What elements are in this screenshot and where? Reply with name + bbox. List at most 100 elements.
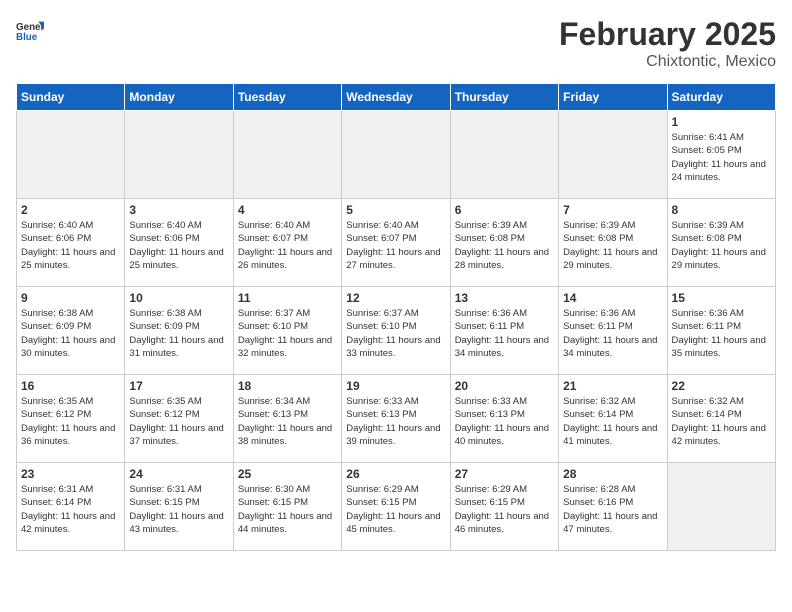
day-number: 24 — [129, 467, 228, 481]
day-number: 16 — [21, 379, 120, 393]
day-number: 26 — [346, 467, 445, 481]
day-detail: Sunrise: 6:37 AMSunset: 6:10 PMDaylight:… — [346, 307, 445, 360]
day-number: 18 — [238, 379, 337, 393]
calendar-cell: 25Sunrise: 6:30 AMSunset: 6:15 PMDayligh… — [233, 463, 341, 551]
day-detail: Sunrise: 6:39 AMSunset: 6:08 PMDaylight:… — [455, 219, 554, 272]
day-detail: Sunrise: 6:40 AMSunset: 6:06 PMDaylight:… — [21, 219, 120, 272]
calendar-cell: 19Sunrise: 6:33 AMSunset: 6:13 PMDayligh… — [342, 375, 450, 463]
day-detail: Sunrise: 6:33 AMSunset: 6:13 PMDaylight:… — [455, 395, 554, 448]
day-detail: Sunrise: 6:35 AMSunset: 6:12 PMDaylight:… — [129, 395, 228, 448]
day-detail: Sunrise: 6:37 AMSunset: 6:10 PMDaylight:… — [238, 307, 337, 360]
calendar-cell: 28 Sunrise: 6:28 AMSunset: 6:16 PMDayligh… — [559, 463, 667, 551]
calendar-cell: 23 Sunrise: 6:31 AMSunset: 6:14 PMDayligh… — [17, 463, 125, 551]
calendar-cell: 1 Sunrise: 6:41 AMSunset: 6:05 PMDaylight… — [667, 111, 775, 199]
calendar-cell — [667, 463, 775, 551]
day-number: 19 — [346, 379, 445, 393]
calendar-cell: 7 Sunrise: 6:39 AMSunset: 6:08 PMDaylight… — [559, 199, 667, 287]
day-number: 12 — [346, 291, 445, 305]
calendar-cell: 13 Sunrise: 6:36 AMSunset: 6:11 PMDayligh… — [450, 287, 558, 375]
calendar-cell: 12 Sunrise: 6:37 AMSunset: 6:10 PMDayligh… — [342, 287, 450, 375]
calendar-cell: 5 Sunrise: 6:40 AMSunset: 6:07 PMDaylight… — [342, 199, 450, 287]
calendar-cell: 26 Sunrise: 6:29 AMSunset: 6:15 PMDayligh… — [342, 463, 450, 551]
day-number: 14 — [563, 291, 662, 305]
month-title: February 2025 — [559, 16, 776, 53]
svg-text:Blue: Blue — [16, 32, 38, 43]
day-number: 11 — [238, 291, 337, 305]
calendar-table: SundayMondayTuesdayWednesdayThursdayFrid… — [16, 83, 776, 551]
day-number: 21 — [563, 379, 662, 393]
day-detail: Sunrise: 6:32 AMSunset: 6:14 PMDaylight:… — [563, 395, 662, 448]
calendar-cell: 4 Sunrise: 6:40 AMSunset: 6:07 PMDaylight… — [233, 199, 341, 287]
day-detail: Sunrise: 6:36 AMSunset: 6:11 PMDaylight:… — [455, 307, 554, 360]
day-number: 3 — [129, 203, 228, 217]
calendar-cell: 21 Sunrise: 6:32 AMSunset: 6:14 PMDayligh… — [559, 375, 667, 463]
day-detail: Sunrise: 6:40 AMSunset: 6:06 PMDaylight:… — [129, 219, 228, 272]
calendar-cell: 10 Sunrise: 6:38 AMSunset: 6:09 PMDayligh… — [125, 287, 233, 375]
calendar-cell: 8 Sunrise: 6:39 AMSunset: 6:08 PMDaylight… — [667, 199, 775, 287]
day-detail: Sunrise: 6:34 AMSunset: 6:13 PMDaylight:… — [238, 395, 337, 448]
weekday-header-tuesday: Tuesday — [233, 84, 341, 111]
day-detail: Sunrise: 6:32 AMSunset: 6:14 PMDaylight:… — [672, 395, 771, 448]
day-number: 15 — [672, 291, 771, 305]
calendar-cell — [342, 111, 450, 199]
day-number: 1 — [672, 115, 771, 129]
day-detail: Sunrise: 6:38 AMSunset: 6:09 PMDaylight:… — [129, 307, 228, 360]
day-number: 2 — [21, 203, 120, 217]
day-number: 27 — [455, 467, 554, 481]
calendar-cell — [125, 111, 233, 199]
day-detail: Sunrise: 6:40 AMSunset: 6:07 PMDaylight:… — [238, 219, 337, 272]
day-detail: Sunrise: 6:31 AMSunset: 6:14 PMDaylight:… — [21, 483, 120, 536]
weekday-header-saturday: Saturday — [667, 84, 775, 111]
calendar-cell: 27 Sunrise: 6:29 AMSunset: 6:15 PMDayligh… — [450, 463, 558, 551]
calendar-cell — [559, 111, 667, 199]
logo-icon: General Blue — [16, 16, 44, 44]
day-number: 22 — [672, 379, 771, 393]
logo: General Blue — [16, 16, 44, 44]
day-number: 4 — [238, 203, 337, 217]
day-detail: Sunrise: 6:39 AMSunset: 6:08 PMDaylight:… — [672, 219, 771, 272]
day-detail: Sunrise: 6:28 AMSunset: 6:16 PMDaylight:… — [563, 483, 662, 536]
weekday-header-monday: Monday — [125, 84, 233, 111]
day-detail: Sunrise: 6:41 AMSunset: 6:05 PMDaylight:… — [672, 131, 771, 184]
day-detail: Sunrise: 6:40 AMSunset: 6:07 PMDaylight:… — [346, 219, 445, 272]
location-title: Chixtontic, Mexico — [559, 53, 776, 71]
weekday-header-thursday: Thursday — [450, 84, 558, 111]
day-number: 5 — [346, 203, 445, 217]
calendar-cell — [450, 111, 558, 199]
day-number: 7 — [563, 203, 662, 217]
day-number: 10 — [129, 291, 228, 305]
calendar-cell: 11 Sunrise: 6:37 AMSunset: 6:10 PMDayligh… — [233, 287, 341, 375]
calendar-cell: 2 Sunrise: 6:40 AMSunset: 6:06 PMDaylight… — [17, 199, 125, 287]
calendar-cell: 18 Sunrise: 6:34 AMSunset: 6:13 PMDayligh… — [233, 375, 341, 463]
day-detail: Sunrise: 6:39 AMSunset: 6:08 PMDaylight:… — [563, 219, 662, 272]
weekday-header-sunday: Sunday — [17, 84, 125, 111]
calendar-cell: 22 Sunrise: 6:32 AMSunset: 6:14 PMDayligh… — [667, 375, 775, 463]
day-number: 23 — [21, 467, 120, 481]
calendar-cell: 9Sunrise: 6:38 AMSunset: 6:09 PMDaylight… — [17, 287, 125, 375]
day-detail: Sunrise: 6:29 AMSunset: 6:15 PMDaylight:… — [346, 483, 445, 536]
calendar-cell: 20 Sunrise: 6:33 AMSunset: 6:13 PMDayligh… — [450, 375, 558, 463]
calendar-cell: 24 Sunrise: 6:31 AMSunset: 6:15 PMDayligh… — [125, 463, 233, 551]
title-section: February 2025 Chixtontic, Mexico — [559, 16, 776, 71]
day-detail: Sunrise: 6:29 AMSunset: 6:15 PMDaylight:… — [455, 483, 554, 536]
day-number: 9 — [21, 291, 120, 305]
calendar-cell — [17, 111, 125, 199]
weekday-header-friday: Friday — [559, 84, 667, 111]
day-detail: Sunrise: 6:35 AMSunset: 6:12 PMDaylight:… — [21, 395, 120, 448]
calendar-cell: 17 Sunrise: 6:35 AMSunset: 6:12 PMDayligh… — [125, 375, 233, 463]
day-number: 8 — [672, 203, 771, 217]
day-number: 17 — [129, 379, 228, 393]
day-number: 13 — [455, 291, 554, 305]
day-number: 28 — [563, 467, 662, 481]
day-detail: Sunrise: 6:36 AMSunset: 6:11 PMDaylight:… — [672, 307, 771, 360]
day-detail: Sunrise: 6:30 AMSunset: 6:15 PMDaylight:… — [238, 483, 337, 536]
day-number: 6 — [455, 203, 554, 217]
calendar-cell — [233, 111, 341, 199]
day-number: 20 — [455, 379, 554, 393]
calendar-cell: 6 Sunrise: 6:39 AMSunset: 6:08 PMDaylight… — [450, 199, 558, 287]
calendar-cell: 15 Sunrise: 6:36 AMSunset: 6:11 PMDayligh… — [667, 287, 775, 375]
calendar-cell: 3 Sunrise: 6:40 AMSunset: 6:06 PMDaylight… — [125, 199, 233, 287]
day-detail: Sunrise: 6:31 AMSunset: 6:15 PMDaylight:… — [129, 483, 228, 536]
calendar-cell: 16 Sunrise: 6:35 AMSunset: 6:12 PMDayligh… — [17, 375, 125, 463]
calendar-cell: 14Sunrise: 6:36 AMSunset: 6:11 PMDayligh… — [559, 287, 667, 375]
